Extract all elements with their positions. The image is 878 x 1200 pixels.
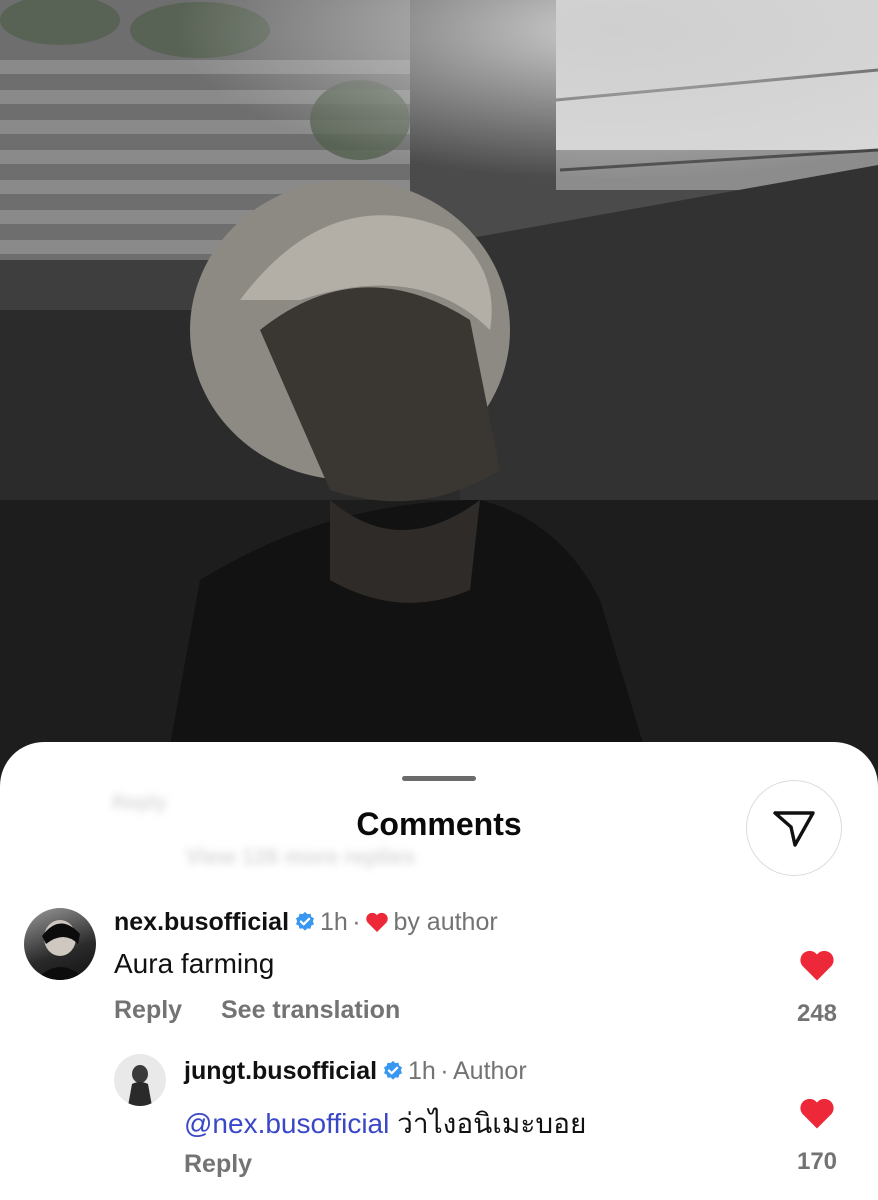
comment-time: 1h xyxy=(407,1057,436,1085)
comment-header-jungt: jungt.busofficial 1h · Author xyxy=(184,1057,527,1086)
like-heart-icon[interactable] xyxy=(798,1096,836,1130)
mention-link[interactable]: @nex.busofficial xyxy=(184,1108,389,1139)
verified-badge-icon xyxy=(383,1060,402,1080)
send-icon xyxy=(773,811,815,847)
reply-button[interactable]: Reply xyxy=(114,996,182,1025)
author-badge: Author xyxy=(453,1057,527,1085)
avatar-image xyxy=(128,1065,152,1106)
avatar-nex[interactable] xyxy=(24,908,96,980)
drag-handle[interactable] xyxy=(402,776,476,781)
ghost-more-replies: View 126 more replies xyxy=(186,844,416,869)
comments-sheet: Reply View 126 more replies Comments nex… xyxy=(0,742,878,1200)
reply-text: ว่าไงอนิเมะบอย xyxy=(397,1108,587,1139)
avatar-jungt[interactable] xyxy=(114,1054,166,1106)
username-jungt[interactable]: jungt.busofficial xyxy=(184,1057,377,1085)
comment-header-nex: nex.busofficial 1h · by author xyxy=(114,908,498,937)
comment-text-nex: Aura farming xyxy=(114,948,275,979)
liked-by-author: by author xyxy=(393,908,498,936)
meta-dot: · xyxy=(440,1057,449,1085)
author-heart-icon xyxy=(366,912,388,932)
post-photo xyxy=(0,0,878,800)
reply-button[interactable]: Reply xyxy=(184,1150,252,1179)
verified-badge-icon xyxy=(295,911,314,931)
see-translation-button[interactable]: See translation xyxy=(221,996,400,1025)
comment-text-jungt: @nex.busofficial ว่าไงอนิเมะบอย xyxy=(184,1102,586,1146)
avatar-image xyxy=(36,920,86,980)
like-count: 248 xyxy=(796,1000,838,1027)
photo-illustration xyxy=(0,0,878,800)
username-nex[interactable]: nex.busofficial xyxy=(114,908,289,936)
like-heart-icon[interactable] xyxy=(798,948,836,982)
comment-time: 1h xyxy=(319,908,348,936)
like-count: 170 xyxy=(796,1148,838,1175)
share-button[interactable] xyxy=(746,780,842,876)
meta-dot: · xyxy=(352,908,361,936)
